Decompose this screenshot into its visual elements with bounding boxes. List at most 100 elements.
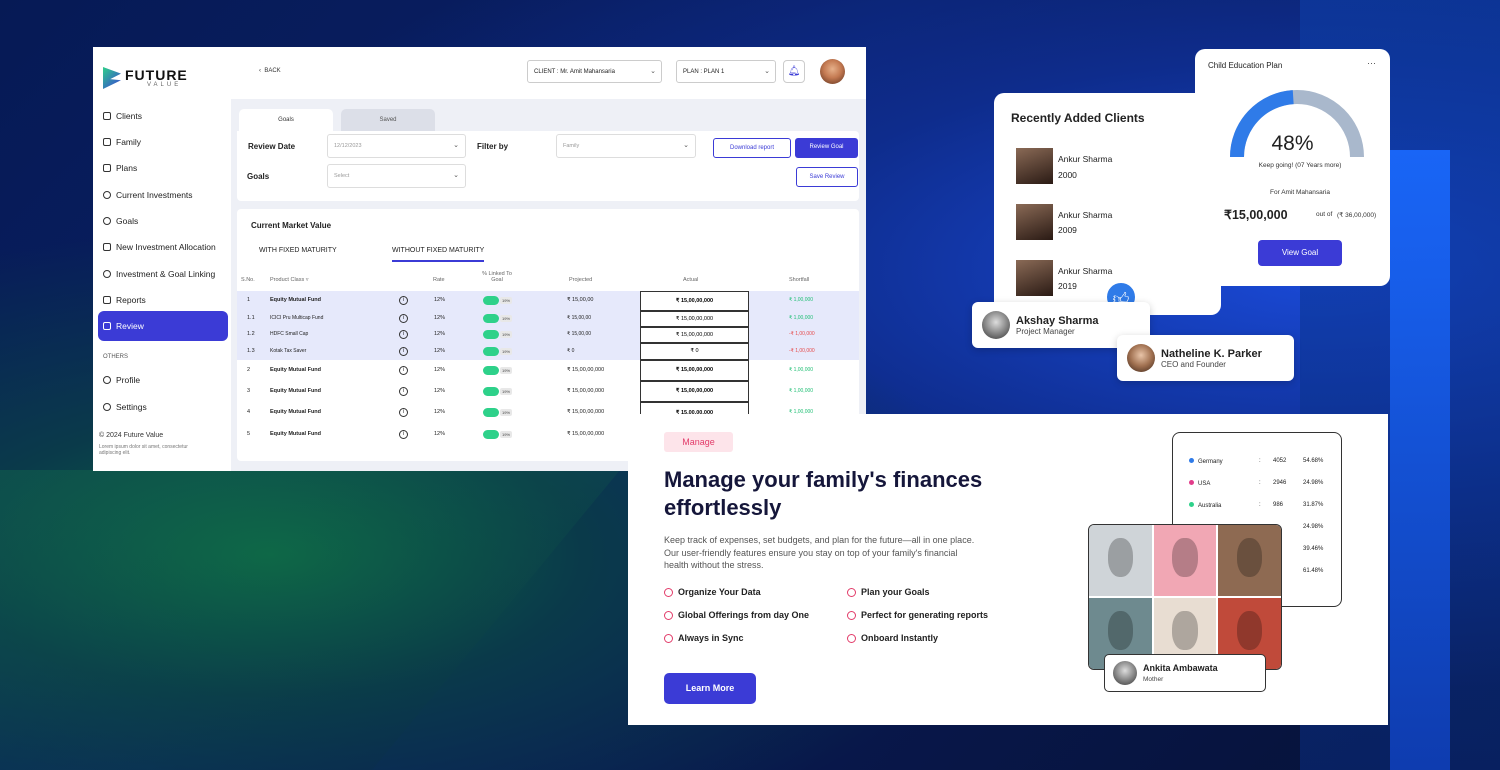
bell-icon[interactable]: 🔔︎ [783,60,805,83]
sidebar-item-current-investments[interactable]: Current Investments [98,182,228,208]
info-icon[interactable]: i [399,330,408,339]
tab-with-fixed-maturity[interactable]: WITH FIXED MATURITY [259,247,337,254]
filter-by-select[interactable]: Family ⌄ [556,134,696,158]
plan-amount: ₹15,00,000 [1224,208,1288,222]
more-icon[interactable]: ··· [1367,58,1376,68]
background-bar [1390,150,1450,770]
section-badge: Manage [664,432,733,452]
stat-row: Australia:986 31.87% [1189,502,1339,509]
bar-chart-icon [103,322,111,330]
download-report-button[interactable]: Download report [713,138,791,158]
family-photo-grid [1088,524,1282,670]
globe-icon [847,633,856,643]
cell-product: Equity Mutual Fund [270,387,322,394]
sidebar-item-goals[interactable]: Goals [98,208,228,234]
actual-input[interactable]: ₹ 0 [640,343,749,360]
sidebar-item-clients[interactable]: Clients [98,103,228,129]
sidebar: FUTURE VALUE Clients Family Plans Curren… [93,47,231,471]
dot-icon [1189,480,1194,485]
cell-shortfall: ₹ 1,00,000 [789,366,814,373]
cell-sno: 1 [247,297,251,303]
link-toggle[interactable] [483,430,499,439]
feature-item: Organize Your Data [664,587,761,597]
cell-sno: 3 [247,387,251,394]
info-icon[interactable]: i [399,346,408,356]
tab-saved[interactable]: Saved [341,109,435,131]
column-header: % Linked To Goal [482,271,512,283]
cell-product: ICICI Pru Multicap Fund [270,315,324,321]
document-icon [103,164,111,172]
link-toggle[interactable] [483,408,499,417]
sidebar-item-family[interactable]: Family [98,129,228,155]
cell-sno: 5 [247,431,251,437]
sidebar-item-new-investment-allocation[interactable]: New Investment Allocation [98,234,228,260]
sidebar-item-settings[interactable]: Settings [98,394,228,420]
column-header[interactable]: Product Class ▿ [270,277,309,283]
cell-shortfall: -₹ 1,00,000 [789,347,815,354]
cell-linked: 19% [500,366,513,374]
cell-linked: 19% [500,431,513,438]
actual-input[interactable]: ₹ 15,00,00,000 [640,311,749,327]
review-date-label: Review Date [248,142,296,151]
info-icon[interactable]: i [399,365,408,375]
sidebar-item-plans[interactable]: Plans [98,155,228,181]
review-goal-button[interactable]: Review Goal [795,138,858,158]
cell-shortfall: -₹ 1,00,000 [789,331,815,337]
goals-select[interactable]: Select ⌄ [327,164,466,188]
person-card-ankita: Ankita Ambawata Mother [1104,654,1266,692]
learn-more-button[interactable]: Learn More [664,673,756,704]
sidebar-item-review[interactable]: Review [98,311,228,341]
tab-without-fixed-maturity[interactable]: WITHOUT FIXED MATURITY [392,247,485,262]
link-toggle[interactable] [483,296,499,305]
client-photo [1016,204,1053,240]
plan-owner: For Amit Mahansaria [1270,189,1330,196]
info-icon[interactable]: i [399,386,408,396]
cell-rate: 12% [434,297,446,303]
globe-icon [664,587,673,597]
link-toggle[interactable] [483,314,499,323]
back-link[interactable]: ‹ BACK [259,68,281,74]
cell-projected: ₹ 15,00,00,000 [567,366,605,373]
client-year: 2009 [1058,225,1077,235]
sidebar-item-reports[interactable]: Reports [98,287,228,313]
cell-rate: 12% [434,315,446,321]
column-header: Shortfall [789,277,810,283]
cell-shortfall: ₹ 1,00,000 [789,387,814,394]
table-row: 3 Equity Mutual Fund i 12% 19% ₹ 15,00,00,000… [237,381,859,402]
link-toggle[interactable] [483,365,499,375]
info-icon[interactable]: i [399,296,408,305]
client-select[interactable]: CLIENT : Mr. Amit Mahansaria ⌄ [527,60,662,83]
cell-projected: ₹ 15,00,00 [567,331,592,337]
table-row: 1.2 HDFC Small Cap i 12% 19% ₹ 15,00,00 ₹ 15,0… [237,327,859,343]
actual-input[interactable]: ₹ 15,00,00,000 [640,381,749,402]
cell-rate: 12% [434,409,446,415]
link-toggle[interactable] [483,346,499,356]
link-toggle[interactable] [483,386,499,396]
globe-icon [664,633,673,643]
info-icon[interactable]: i [399,408,408,417]
save-review-button[interactable]: Save Review [796,167,858,187]
column-header: S.No. [241,277,255,283]
tab-goals[interactable]: Goals [239,109,333,131]
actual-input[interactable]: ₹ 15,00,00,000 [640,360,749,381]
stat-row: Germany:4052 54.68% [1189,458,1339,465]
info-icon[interactable]: i [399,314,408,323]
link-toggle[interactable] [483,330,499,339]
goals-label: Goals [247,172,270,181]
globe-icon [847,610,856,620]
avatar[interactable] [820,59,845,84]
filter-by-label: Filter by [477,142,509,151]
view-goal-button[interactable]: View Goal [1258,240,1342,266]
cell-linked: 19% [500,387,513,395]
actual-input[interactable]: ₹ 15,00,00,000 [640,327,749,343]
cell-linked: 19% [500,297,513,304]
actual-input[interactable]: ₹ 15,00,00,000 [640,291,749,311]
review-date-input[interactable]: 12/12/2023 ⌄ [327,134,466,158]
sidebar-item-investment-goal-linking[interactable]: Investment & Goal Linking [98,261,228,287]
plan-select[interactable]: PLAN : PLAN 1 ⌄ [676,60,776,83]
person-role: CEO and Founder [1161,360,1226,369]
cell-projected: ₹ 15,00,00,000 [567,409,605,415]
sidebar-item-profile[interactable]: Profile [98,367,228,393]
info-icon[interactable]: i [399,430,408,439]
cell-linked: 19% [500,409,513,416]
